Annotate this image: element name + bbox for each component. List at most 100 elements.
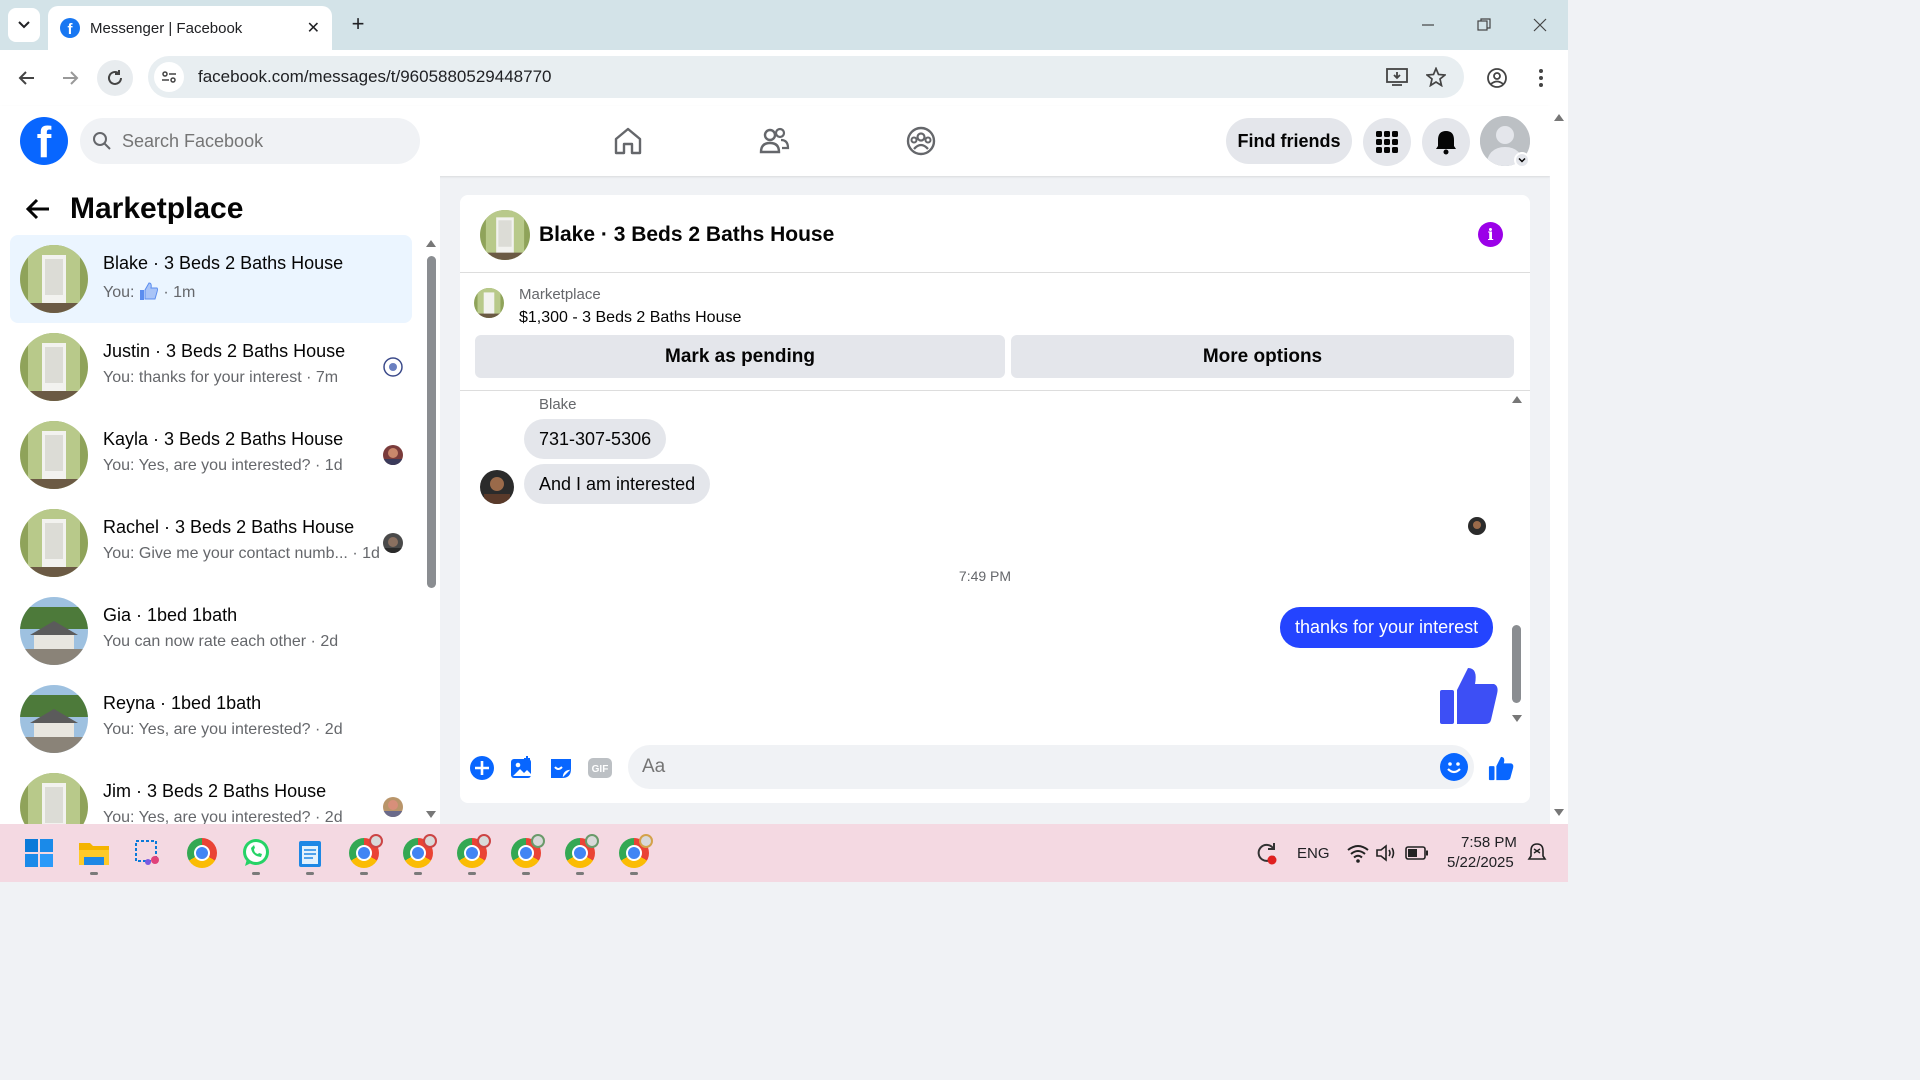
chrome-profile-icon[interactable]: [617, 834, 653, 870]
reload-icon[interactable]: [97, 60, 133, 96]
conversation-item[interactable]: Reyna · 1bed 1bath You: Yes, are you int…: [10, 675, 412, 763]
file-explorer-icon[interactable]: [77, 836, 111, 870]
message-input[interactable]: [642, 756, 1402, 778]
seen-avatar: [383, 445, 403, 465]
conversation-item[interactable]: Blake · 3 Beds 2 Baths House You: · 1m: [10, 235, 412, 323]
message-input-box[interactable]: [628, 745, 1474, 789]
chrome-profile-icon[interactable]: [347, 834, 383, 870]
chat-header: Blake · 3 Beds 2 Baths House i: [460, 195, 1530, 273]
find-friends-button[interactable]: Find friends: [1226, 118, 1352, 164]
browser-menu-icon[interactable]: [1523, 60, 1559, 96]
volume-icon[interactable]: [1370, 836, 1404, 870]
running-indicator: [630, 872, 638, 875]
chat-scrollbar-thumb[interactable]: [1512, 625, 1521, 703]
forward-icon[interactable]: [52, 60, 88, 96]
url-text[interactable]: facebook.com/messages/t/9605880529448770: [198, 67, 551, 87]
browser-tab-bar: f Messenger | Facebook ✕ +: [0, 0, 1568, 50]
chrome-profile-icon[interactable]: [401, 834, 437, 870]
plus-actions-icon[interactable]: [469, 755, 495, 781]
notepad-icon[interactable]: [293, 836, 327, 870]
tab-search-button[interactable]: [8, 8, 40, 42]
listing-thumbnail[interactable]: [474, 288, 504, 318]
browser-tab[interactable]: f Messenger | Facebook ✕: [48, 6, 332, 50]
clock-date[interactable]: 5/22/2025: [1447, 854, 1514, 871]
friends-icon[interactable]: [756, 123, 792, 159]
incoming-message[interactable]: 731-307-5306: [524, 419, 667, 459]
seen-avatar: [383, 357, 403, 377]
chrome-profile-icon[interactable]: [509, 834, 545, 870]
facebook-search[interactable]: [80, 118, 420, 164]
conversation-name: Jim · 3 Beds 2 Baths House: [103, 781, 327, 801]
incoming-message[interactable]: And I am interested: [524, 464, 711, 504]
conversation-item[interactable]: Justin · 3 Beds 2 Baths House You: thank…: [10, 323, 412, 411]
chat-listing-avatar[interactable]: [480, 210, 530, 260]
chevron-down-icon: [18, 21, 30, 29]
address-bar[interactable]: facebook.com/messages/t/9605880529448770: [148, 56, 1464, 98]
search-input[interactable]: [122, 130, 382, 152]
running-indicator: [522, 872, 530, 875]
sticker-icon[interactable]: [548, 755, 574, 781]
gif-icon[interactable]: GIF: [587, 755, 613, 781]
conversation-preview: You: Yes, are you interested? · 2d: [103, 721, 343, 738]
page-scrollbar[interactable]: [1550, 106, 1568, 824]
groups-icon[interactable]: [903, 123, 939, 159]
listing-avatar: [20, 333, 88, 401]
install-app-icon[interactable]: [1382, 62, 1412, 92]
bookmark-star-icon[interactable]: [1421, 62, 1451, 92]
clock-time[interactable]: 7:58 PM: [1461, 834, 1517, 851]
conversation-item[interactable]: Kayla · 3 Beds 2 Baths House You: Yes, a…: [10, 411, 412, 499]
new-tab-icon[interactable]: +: [344, 10, 372, 38]
thumbs-up-sticker-icon[interactable]: [1438, 664, 1500, 726]
close-window-icon[interactable]: [1522, 10, 1558, 40]
chat-title[interactable]: Blake · 3 Beds 2 Baths House: [539, 223, 834, 247]
listing-title[interactable]: $1,300 - 3 Beds 2 Baths House: [519, 309, 741, 327]
message-timestamp: 7:49 PM: [958, 568, 1012, 584]
more-options-button[interactable]: More options: [1011, 335, 1514, 378]
sender-avatar[interactable]: [480, 470, 514, 504]
conversation-item[interactable]: Rachel · 3 Beds 2 Baths House You: Give …: [10, 499, 412, 587]
message-composer: GIF: [460, 743, 1530, 793]
emoji-icon[interactable]: [1440, 753, 1468, 781]
site-info-icon[interactable]: [154, 62, 184, 92]
send-like-icon[interactable]: [1488, 755, 1514, 781]
minimize-icon[interactable]: [1410, 10, 1446, 40]
whatsapp-icon[interactable]: [239, 836, 273, 870]
outgoing-message[interactable]: thanks for your interest: [1280, 607, 1494, 648]
tab-close-icon[interactable]: ✕: [307, 18, 320, 38]
photo-attach-icon[interactable]: [509, 755, 535, 781]
chrome-icon[interactable]: [185, 836, 219, 870]
notification-center-icon[interactable]: [1520, 836, 1554, 870]
profile-account-icon[interactable]: [1479, 60, 1515, 96]
tab-title: Messenger | Facebook: [90, 19, 243, 37]
back-icon[interactable]: [9, 60, 45, 96]
mark-as-pending-button[interactable]: Mark as pending: [475, 335, 1005, 378]
running-indicator: [468, 872, 476, 875]
chrome-profile-icon[interactable]: [563, 834, 599, 870]
home-icon[interactable]: [610, 123, 646, 159]
account-chevron-icon[interactable]: [1514, 152, 1530, 168]
scroll-down-icon[interactable]: [1511, 714, 1523, 724]
back-arrow-icon[interactable]: [24, 195, 52, 223]
running-indicator: [306, 872, 314, 875]
notifications-bell-icon[interactable]: [1422, 118, 1470, 166]
browser-toolbar: facebook.com/messages/t/9605880529448770: [0, 50, 1568, 106]
windows-start-icon[interactable]: [22, 836, 56, 870]
sync-status-icon[interactable]: [1249, 836, 1283, 870]
language-indicator[interactable]: ENG: [1297, 845, 1330, 862]
listing-avatar: [20, 597, 88, 665]
facebook-logo-icon[interactable]: f: [20, 117, 68, 165]
info-icon[interactable]: i: [1478, 222, 1503, 247]
chrome-profile-icon[interactable]: [455, 834, 491, 870]
seen-avatar: [383, 533, 403, 553]
conversation-item[interactable]: Gia · 1bed 1bath You can now rate each o…: [10, 587, 412, 675]
battery-icon[interactable]: [1400, 836, 1434, 870]
panel-header: Marketplace: [24, 192, 243, 226]
listing-avatar: [20, 421, 88, 489]
snipping-tool-icon[interactable]: [131, 836, 165, 870]
menu-grid-icon[interactable]: [1363, 118, 1411, 166]
conversation-item[interactable]: Jim · 3 Beds 2 Baths House You: Yes, are…: [10, 763, 412, 824]
scrollbar-thumb[interactable]: [427, 256, 436, 588]
restore-icon[interactable]: [1466, 10, 1502, 40]
scroll-up-icon[interactable]: [1511, 394, 1523, 404]
search-icon: [93, 132, 111, 150]
